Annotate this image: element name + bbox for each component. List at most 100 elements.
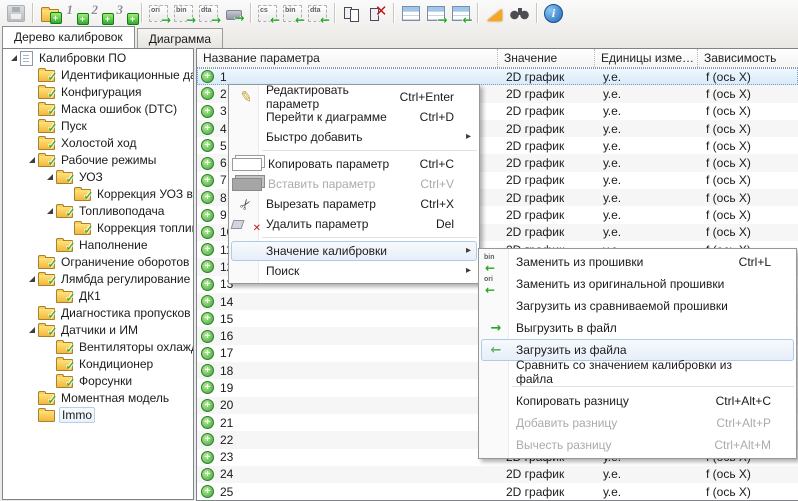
param-add-icon	[201, 364, 214, 377]
menu-separator	[262, 237, 477, 238]
column-header-value[interactable]: Значение	[498, 49, 595, 67]
tree-item[interactable]: Датчики и ИМ	[3, 321, 193, 338]
tree-item[interactable]: Холостой ход	[3, 134, 193, 151]
tree-item[interactable]: Ограничение оборотов	[3, 253, 193, 270]
tree-item[interactable]: УОЗ	[3, 168, 193, 185]
toolbar-add-1d-button[interactable]: 1	[62, 1, 87, 25]
tree-item[interactable]: Immo	[3, 406, 193, 423]
binoculars-icon	[510, 7, 529, 20]
ori-import-icon: ori	[482, 276, 510, 293]
tree-item-label: Конфигурация	[61, 85, 142, 99]
param-value-cell: 2D график	[498, 191, 595, 205]
expand-arrow-icon[interactable]	[43, 174, 56, 180]
tree-item[interactable]: Коррекция УОЗ в	[3, 185, 193, 202]
delete-icon	[232, 218, 260, 231]
param-add-icon	[201, 312, 214, 325]
toolbar-table-import-button[interactable]: ←	[448, 1, 473, 25]
toolbar-export-dta-button[interactable]: dta→	[196, 1, 221, 25]
toolbar-import-dta-button[interactable]: dta←	[305, 1, 330, 25]
tree-item[interactable]: Рабочие режимы	[3, 151, 193, 168]
menu-item[interactable]: Сравнить со значением калибровки из файл…	[481, 361, 794, 383]
expand-arrow-icon[interactable]	[25, 276, 38, 282]
toolbar-table-view-button[interactable]	[398, 1, 423, 25]
toolbar-chip-delete-button[interactable]	[364, 1, 389, 25]
menu-item[interactable]: Поиск▸	[231, 261, 477, 281]
toolbar-import-bin-button[interactable]: bin←	[280, 1, 305, 25]
toolbar-folder-add-button[interactable]	[37, 1, 62, 25]
column-header-name[interactable]: Название параметра	[197, 49, 498, 67]
tree-item[interactable]: Форсунки	[3, 372, 193, 389]
submenu-arrow-icon: ▸	[466, 266, 476, 276]
tree-item[interactable]: Диагностика пропусков в	[3, 304, 193, 321]
folder-check-icon	[38, 308, 55, 320]
param-value-cell: 2D график	[498, 104, 595, 118]
folder-check-icon	[38, 274, 55, 286]
param-dependency-cell: f (ось X)	[698, 122, 798, 136]
tab-calibration-tree[interactable]: Дерево калибровок	[2, 26, 135, 48]
toolbar-export-bin-button[interactable]: bin→	[171, 1, 196, 25]
param-name-cell: 14	[197, 295, 498, 309]
param-dependency-cell: f (ось X)	[698, 173, 798, 187]
param-name-cell: 24	[197, 467, 498, 481]
tree-item-label: Коррекция топлив	[97, 221, 193, 235]
tree-item[interactable]: Конфигурация	[3, 83, 193, 100]
menu-item-shortcut: Ctrl+L	[739, 255, 783, 269]
menu-item[interactable]: Редактировать параметрCtrl+Enter	[231, 87, 477, 107]
tree-item[interactable]: ДК1	[3, 287, 193, 304]
toolbar-export-ori-button[interactable]: ori→	[146, 1, 171, 25]
bin-import-icon: bin	[482, 254, 510, 271]
folder-check-icon	[74, 223, 91, 235]
toolbar-add-3d-button[interactable]: 3	[112, 1, 137, 25]
toolbar-chip-compare-button[interactable]	[339, 1, 364, 25]
param-add-icon	[201, 347, 214, 360]
expand-arrow-icon[interactable]	[25, 327, 38, 333]
expand-arrow-icon[interactable]	[25, 157, 38, 163]
menu-item[interactable]: Удалить параметрDel	[231, 214, 477, 234]
tree-item[interactable]: Маска ошибок (DTC)	[3, 100, 193, 117]
tree-item[interactable]: Наполнение	[3, 236, 193, 253]
menu-item[interactable]: Копировать параметрCtrl+C	[231, 154, 477, 174]
menu-item[interactable]: Значение калибровки▸	[231, 241, 477, 261]
toolbar-separator	[141, 3, 142, 23]
menu-item[interactable]: Добавить разницуCtrl+Alt+P	[481, 412, 794, 434]
toolbar-table-export-button[interactable]: →	[423, 1, 448, 25]
toolbar-export-flash-button[interactable]: →	[221, 1, 246, 25]
toolbar-add-2d-button[interactable]: 2	[87, 1, 112, 25]
menu-item[interactable]: Копировать разницуCtrl+Alt+C	[481, 390, 794, 412]
tree-item[interactable]: Моментная модель	[3, 389, 193, 406]
tree-item[interactable]: Вентиляторы охлажд	[3, 338, 193, 355]
tree-item[interactable]: Калибровки ПО	[3, 49, 193, 66]
menu-item[interactable]: Выгрузить в файл	[481, 317, 794, 339]
column-header-dependency[interactable]: Зависимость	[698, 49, 798, 67]
column-header-units[interactable]: Единицы изме…	[595, 49, 698, 67]
menu-item[interactable]: binЗаменить из прошивкиCtrl+L	[481, 251, 794, 273]
toolbar-info-button[interactable]	[541, 1, 566, 25]
menu-item[interactable]: Вычесть разницуCtrl+Alt+M	[481, 434, 794, 456]
toolbar-separator	[334, 3, 335, 23]
tree-item[interactable]: Идентификационные дан	[3, 66, 193, 83]
tab-diagram[interactable]: Диаграмма	[137, 28, 223, 48]
tree-item[interactable]: Топливоподача	[3, 202, 193, 219]
tree-item[interactable]: Лямбда регулирование	[3, 270, 193, 287]
add-1d-icon: 1	[65, 4, 85, 22]
param-add-icon	[201, 468, 214, 481]
menu-item-label: Вычесть разницу	[510, 438, 612, 452]
table-row[interactable]: 242D графику.е.f (ось X)	[197, 466, 798, 483]
expand-arrow-icon[interactable]	[7, 55, 20, 61]
table-row[interactable]: 252D графику.е.f (ось X)	[197, 483, 798, 500]
toolbar-binoculars-button[interactable]	[507, 1, 532, 25]
tree-item[interactable]: Кондиционер	[3, 355, 193, 372]
tree-item[interactable]: Пуск	[3, 117, 193, 134]
edit-icon	[232, 88, 260, 106]
menu-item[interactable]: Вырезать параметрCtrl+X	[231, 194, 477, 214]
tree-item[interactable]: Коррекция топлив	[3, 219, 193, 236]
expand-arrow-icon[interactable]	[43, 208, 56, 214]
toolbar-import-cs-button[interactable]: cs←	[255, 1, 280, 25]
menu-item[interactable]: Загрузить из сравниваемой прошивки	[481, 295, 794, 317]
menu-item[interactable]: Вставить параметрCtrl+V	[231, 174, 477, 194]
menu-item[interactable]: Перейти к диаграммеCtrl+D	[231, 107, 477, 127]
toolbar-ruler-button[interactable]	[482, 1, 507, 25]
menu-item[interactable]: oriЗаменить из оригинальной прошивки	[481, 273, 794, 295]
toolbar-save-button[interactable]	[3, 1, 28, 25]
menu-item[interactable]: Быстро добавить▸	[231, 127, 477, 147]
